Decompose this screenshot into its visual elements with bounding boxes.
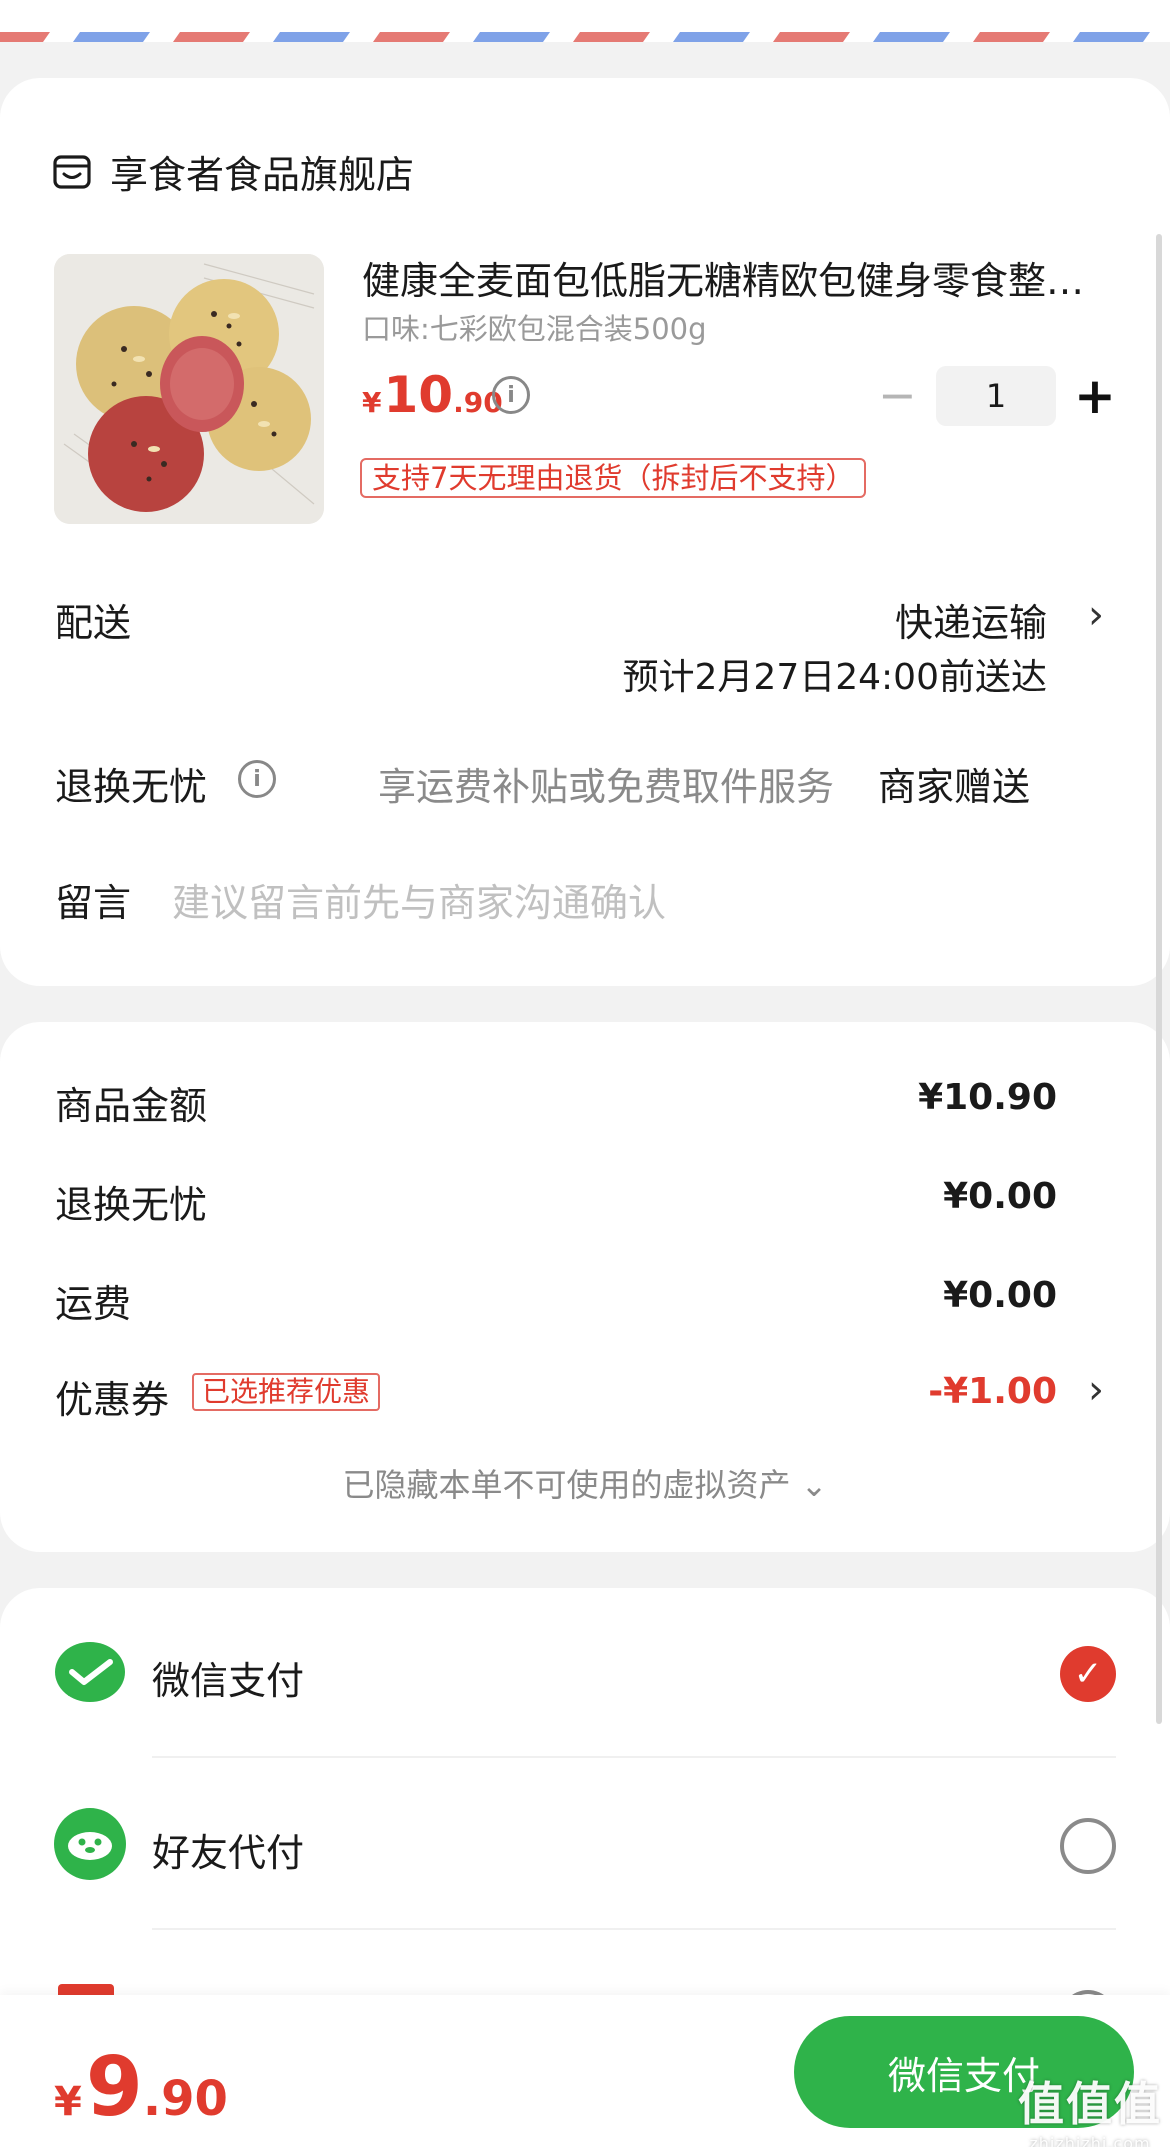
price-symbol: ¥ <box>362 386 382 419</box>
summary-value-coupon[interactable]: -¥1.00 <box>928 1371 1057 1412</box>
hidden-assets-toggle[interactable]: 已隐藏本单不可使用的虚拟资产 ⌄ <box>0 1460 1170 1506</box>
total-price: ¥ 9 .90 <box>54 2040 228 2135</box>
summary-value-worry-free: ¥0.00 <box>943 1176 1057 1217</box>
price-integer: 10 <box>383 366 454 424</box>
quantity-minus-button[interactable]: − <box>878 372 917 418</box>
pay-option-wechat[interactable]: 微信支付 <box>152 1650 304 1705</box>
chevron-right-icon[interactable]: › <box>1088 592 1104 638</box>
summary-value-goods: ¥10.90 <box>918 1077 1057 1118</box>
delivery-method[interactable]: 快递运输 <box>895 592 1047 647</box>
total-decimal: .90 <box>142 2071 228 2127</box>
product-title[interactable]: 健康全麦面包低脂无糖精欧包健身零食整… <box>362 250 1122 305</box>
price-info-icon[interactable]: i <box>492 376 530 414</box>
payment-divider <box>152 1756 1116 1758</box>
worry-free-desc: 享运费补贴或免费取件服务 <box>378 765 835 809</box>
watermark-sub: zhizhizhi.com <box>1029 2134 1151 2147</box>
worry-free-provider: 商家赠送 <box>878 765 1031 809</box>
product-price: ¥ 10 .90 <box>362 366 503 424</box>
return-policy-badge: 支持7天无理由退货（拆封后不支持） <box>360 458 867 498</box>
order-card <box>0 78 1170 986</box>
shop-header[interactable]: 享食者食品旗舰店 <box>52 144 414 199</box>
summary-label-goods: 商品金额 <box>55 1084 208 1128</box>
quantity-input[interactable]: 1 <box>936 366 1056 426</box>
wechat-pay-icon <box>55 1642 125 1702</box>
message-label: 留言 <box>55 881 132 925</box>
pay-option-wechat-radio[interactable]: ✓ <box>1060 1646 1116 1702</box>
product-spec[interactable]: 口味:七彩欧包混合装500g <box>362 306 707 348</box>
message-input[interactable]: 建议留言前先与商家沟通确认 <box>172 872 666 927</box>
total-symbol: ¥ <box>54 2079 82 2125</box>
coupon-chevron-icon[interactable]: › <box>1088 1367 1104 1413</box>
worry-free-info-icon[interactable]: i <box>238 760 276 798</box>
watermark-main: 值值值 <box>1018 2077 1162 2131</box>
summary-label-shipping: 运费 <box>55 1282 132 1326</box>
worry-free-label: 退换无忧 <box>55 765 208 809</box>
quantity-plus-button[interactable]: + <box>1074 368 1116 424</box>
coupon-tag[interactable]: 已选推荐优惠 <box>192 1373 381 1411</box>
checkout-page: 享食者食品旗舰店 健康全麦面包低脂无糖精欧包健身零食整… 口味:七彩欧包混合装5… <box>0 0 1170 2147</box>
watermark: 值值值 zhizhizhi.com <box>1018 2068 1162 2147</box>
summary-value-shipping: ¥0.00 <box>943 1275 1057 1316</box>
pay-option-friend-radio[interactable] <box>1060 1818 1116 1874</box>
delivery-label: 配送 <box>55 601 132 645</box>
scrollbar[interactable] <box>1156 234 1162 1724</box>
delivery-eta: 预计2月27日24:00前送达 <box>622 657 1047 698</box>
product-image[interactable] <box>54 254 324 524</box>
total-integer: 9 <box>85 2040 143 2135</box>
shop-name: 享食者食品旗舰店 <box>110 153 415 197</box>
summary-label-worry-free: 退换无忧 <box>55 1183 208 1227</box>
payment-divider <box>152 1928 1116 1930</box>
envelope-stripe <box>0 0 1170 42</box>
friend-pay-icon <box>54 1808 126 1880</box>
summary-label-coupon: 优惠券 <box>55 1378 170 1422</box>
shop-icon <box>53 154 91 189</box>
pay-option-friend[interactable]: 好友代付 <box>152 1822 304 1877</box>
